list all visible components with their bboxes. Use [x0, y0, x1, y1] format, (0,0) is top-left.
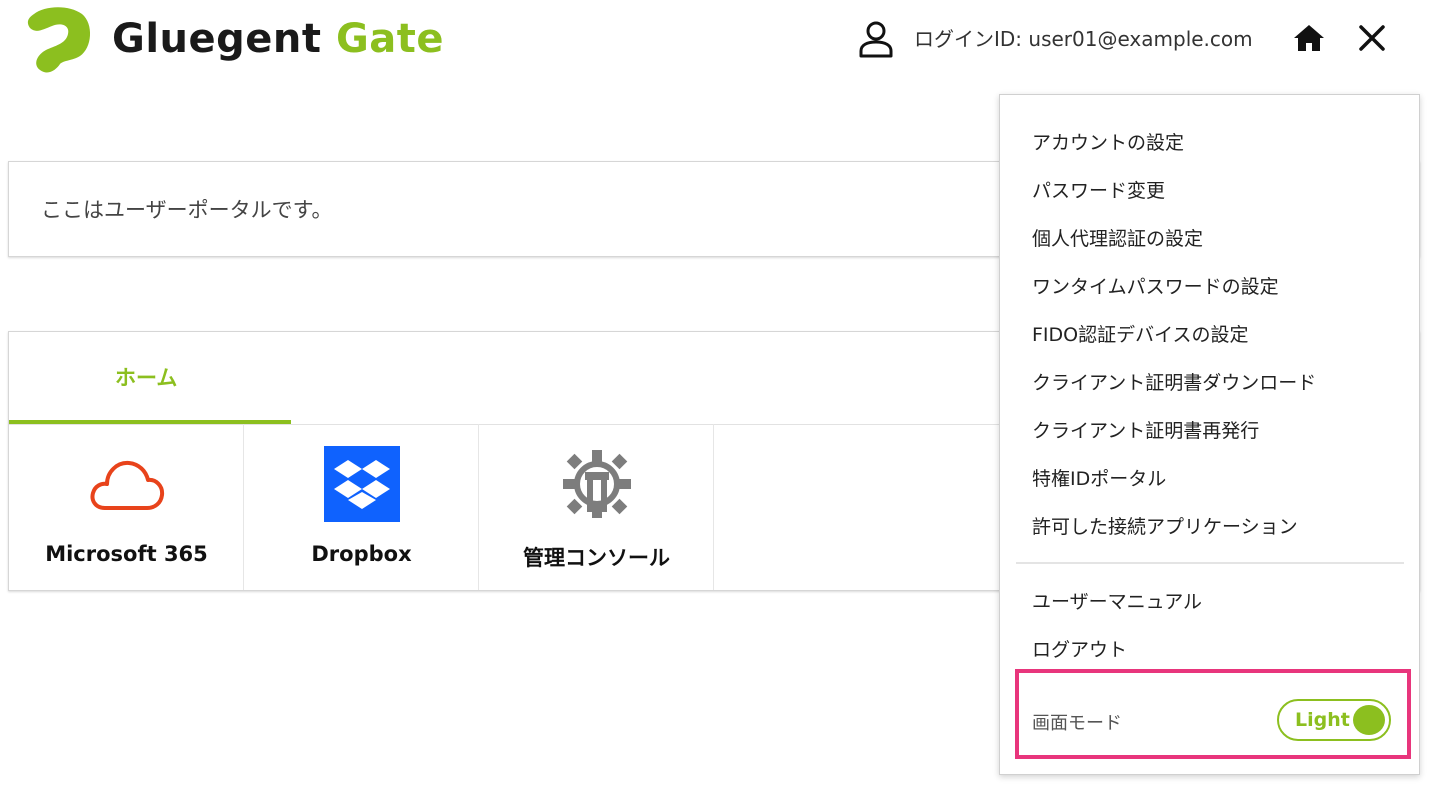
- menu-item-otp-settings[interactable]: ワンタイムパスワードの設定: [1032, 273, 1279, 301]
- menu-item-logout[interactable]: ログアウト: [1032, 636, 1127, 664]
- home-icon[interactable]: [1292, 22, 1326, 54]
- menu-item-proxy-auth[interactable]: 個人代理認証の設定: [1032, 225, 1203, 253]
- app-tile-microsoft-365[interactable]: Microsoft 365: [9, 424, 244, 590]
- menu-item-account-settings[interactable]: アカウントの設定: [1032, 129, 1184, 157]
- menu-item-allowed-apps[interactable]: 許可した接続アプリケーション: [1032, 513, 1298, 541]
- menu-item-cert-reissue[interactable]: クライアント証明書再発行: [1032, 417, 1259, 445]
- tab-home[interactable]: ホーム: [9, 332, 291, 424]
- menu-item-change-password[interactable]: パスワード変更: [1032, 177, 1165, 205]
- app-label: Microsoft 365: [45, 542, 208, 566]
- brand-primary: Gluegent: [112, 16, 322, 62]
- close-icon[interactable]: [1356, 22, 1388, 54]
- gluegent-logo-icon: [27, 7, 91, 73]
- user-icon[interactable]: [858, 20, 894, 58]
- dropbox-icon: [324, 446, 400, 522]
- brand-logo-text: Gluegent Gate: [112, 12, 444, 66]
- user-dropdown-menu: アカウントの設定 パスワード変更 個人代理認証の設定 ワンタイムパスワードの設定…: [999, 94, 1420, 775]
- display-mode-highlight: 画面モード Light: [1015, 669, 1411, 759]
- cloud-icon: [90, 460, 165, 510]
- menu-item-cert-download[interactable]: クライアント証明書ダウンロード: [1032, 369, 1316, 397]
- app-tile-admin-console[interactable]: 管理コンソール: [479, 424, 714, 590]
- display-mode-value: Light: [1295, 709, 1350, 731]
- menu-item-user-manual[interactable]: ユーザーマニュアル: [1032, 588, 1202, 616]
- menu-item-fido-settings[interactable]: FIDO認証デバイスの設定: [1032, 321, 1249, 349]
- menu-item-privileged-id-portal[interactable]: 特権IDポータル: [1032, 465, 1166, 493]
- tab-home-label: ホーム: [115, 366, 178, 390]
- app-label: 管理コンソール: [523, 546, 670, 570]
- display-mode-label: 画面モード: [1032, 713, 1122, 734]
- display-mode-toggle[interactable]: Light: [1277, 699, 1391, 741]
- brand-secondary: Gate: [335, 16, 445, 62]
- gear-wrench-icon: [563, 450, 631, 518]
- header: Gluegent Gate ログインID: user01@example.com: [0, 0, 1429, 84]
- app-tile-dropbox[interactable]: Dropbox: [244, 424, 479, 590]
- menu-divider: [1016, 562, 1404, 564]
- portal-message: ここはユーザーポータルです。: [41, 198, 333, 222]
- toggle-knob: [1353, 705, 1385, 735]
- app-label: Dropbox: [311, 542, 412, 566]
- login-id-text: ログインID: user01@example.com: [914, 27, 1253, 51]
